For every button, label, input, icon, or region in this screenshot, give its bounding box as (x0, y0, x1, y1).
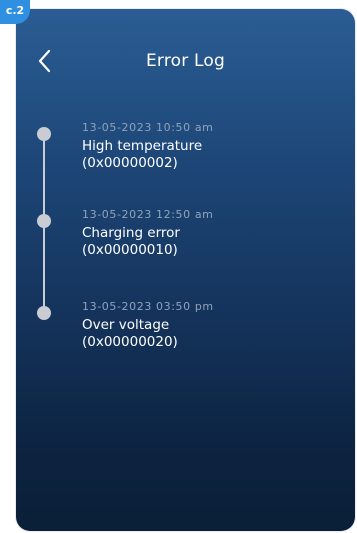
error-timestamp: 13-05-2023 10:50 am (82, 121, 214, 134)
error-log-entry-text: 13-05-2023 12:50 am Charging error (0x00… (82, 208, 213, 259)
page-title: Error Log (145, 51, 225, 71)
error-code: (0x00000010) (82, 242, 178, 258)
timeline-dot (37, 127, 51, 141)
error-timestamp: 13-05-2023 03:50 pm (82, 300, 214, 313)
error-message: Charging error (82, 225, 180, 241)
error-log-entry-text: 13-05-2023 03:50 pm Over voltage (0x0000… (82, 300, 214, 351)
error-message: High temperature (82, 138, 203, 154)
error-code: (0x00000020) (82, 334, 178, 350)
error-timestamp: 13-05-2023 12:50 am (82, 208, 214, 221)
error-log-entry-text: 13-05-2023 10:50 am High temperature (0x… (82, 121, 213, 172)
timeline-dot (37, 306, 51, 320)
error-log-screen (16, 9, 355, 531)
stage: c.2 Error Log 13-05-2023 10:50 am High t… (0, 0, 357, 533)
error-message: Over voltage (82, 317, 170, 333)
timeline-dot (37, 214, 51, 228)
error-code: (0x00000002) (82, 155, 178, 171)
